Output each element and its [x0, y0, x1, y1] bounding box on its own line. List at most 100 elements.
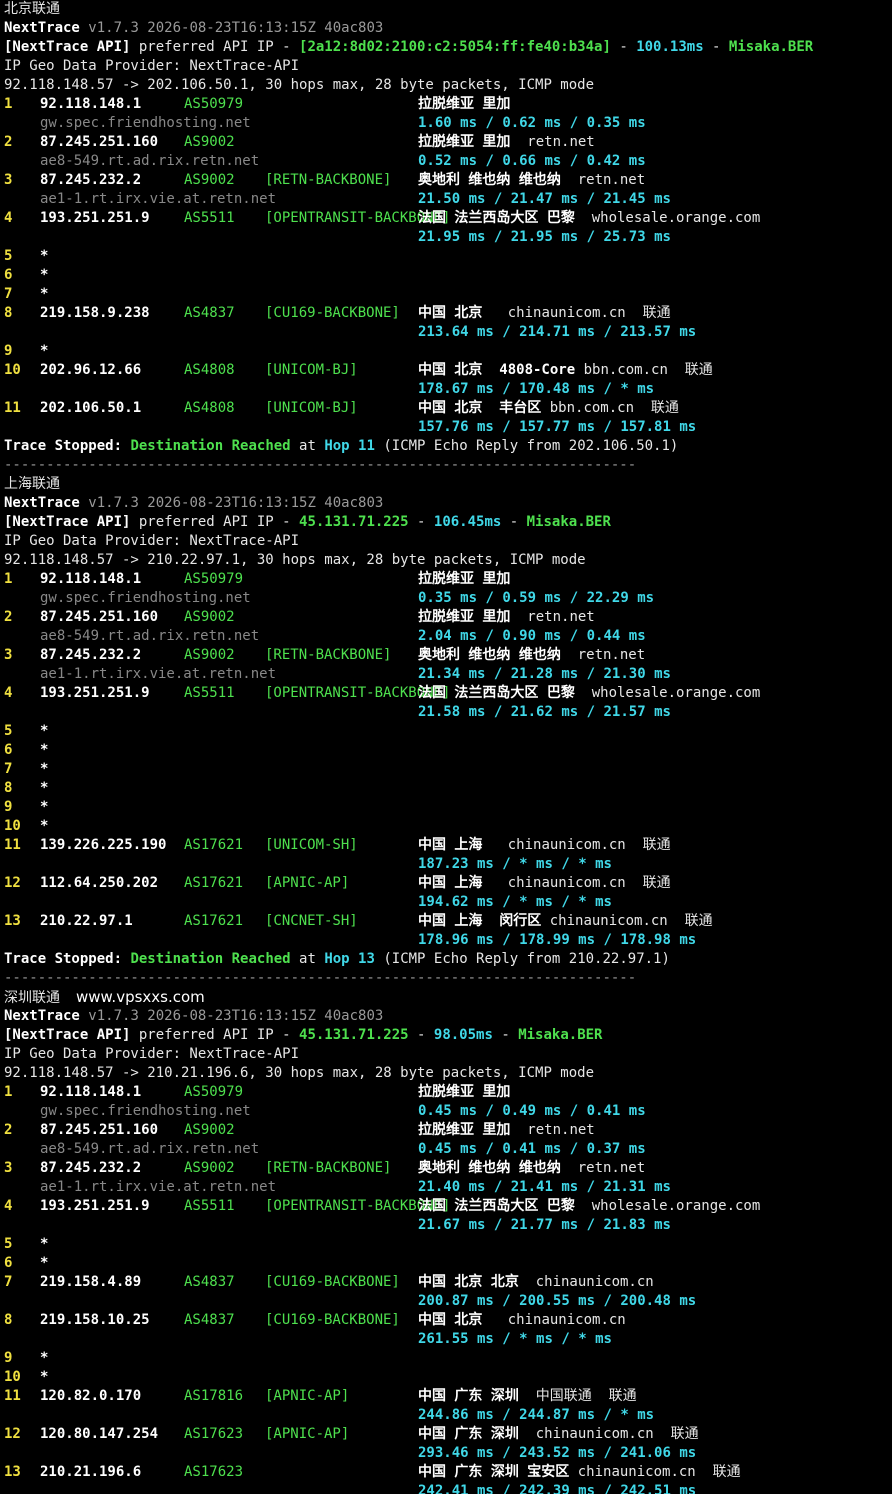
hop-timeout: *	[40, 1236, 49, 1252]
hop-hostname: ae1-1.rt.irx.vie.at.retn.net	[40, 666, 277, 682]
api-node: Misaka.BER	[526, 514, 611, 530]
rtt-unit: ms	[569, 324, 596, 340]
app-name: NextTrace	[4, 20, 80, 36]
hop-row: 9 *	[4, 342, 888, 361]
hop-asn: AS4808	[184, 362, 235, 378]
hop-row: 11 202.106.50.1 AS4808 [UNICOM-BJ] 中国 北京 丰台区…	[4, 399, 888, 418]
hop-detail-row: ae1-1.rt.irx.vie.at.retn.net 21.50 ms / 2…	[4, 190, 888, 209]
hop-asn: AS5511	[184, 210, 235, 226]
hop-number: 10	[4, 1369, 21, 1385]
hop-row: 6 *	[4, 1254, 888, 1273]
hop-number: 9	[4, 799, 13, 815]
rtt-value: *	[578, 1331, 587, 1347]
rtt-unit: ms	[527, 856, 553, 872]
rtt-separator: /	[477, 1103, 503, 1119]
hop-asn: AS5511	[184, 1198, 235, 1214]
api-node: Misaka.BER	[728, 39, 814, 55]
rtt-unit: ms	[451, 590, 478, 606]
hop-ip: 92.118.148.1	[40, 1084, 142, 1100]
hop-timeout: *	[40, 248, 49, 264]
rtt-unit: ms	[527, 894, 553, 910]
hop-row: 12 112.64.250.202 AS17621 [APNIC-AP] 中国 上海 c…	[4, 874, 888, 893]
rtt-unit: ms	[628, 381, 655, 397]
rtt-separator: /	[485, 1217, 511, 1233]
stop-at: at	[290, 951, 325, 967]
stop-at: at	[290, 438, 325, 454]
hop-asn: AS9002	[184, 647, 235, 663]
hop-ip: 87.245.251.160	[40, 134, 159, 150]
rtt-value: 244.86	[418, 1407, 469, 1423]
hop-ip: 219.158.10.25	[40, 1312, 150, 1328]
hop-tag: [APNIC-AP]	[265, 875, 350, 891]
hop-hostname: ae8-549.rt.ad.rix.retn.net	[40, 628, 260, 644]
rtt-value: 0.66	[502, 153, 537, 169]
rtt-separator: /	[595, 381, 621, 397]
rtt-value: *	[620, 1407, 629, 1423]
rtt-separator: /	[552, 856, 579, 872]
rtt-value: 0.45	[418, 1103, 452, 1119]
hop-row: 6 *	[4, 741, 888, 760]
hop-geo: 中国 上海	[418, 837, 483, 853]
rtt-separator: /	[578, 666, 604, 682]
hop-extra: retn.net	[560, 1160, 646, 1176]
hop-row: 4 193.251.251.9 AS5511 [OPENTRANSIT-BACKBON…	[4, 209, 888, 228]
rtt-value: 200.55	[519, 1293, 570, 1309]
hop-number: 2	[4, 134, 13, 150]
hop-row: 12 120.80.147.254 AS17623 [APNIC-AP] 中国 广东 深…	[4, 1425, 888, 1444]
rtt-separator: /	[493, 856, 520, 872]
rtt-unit: ms	[569, 932, 596, 948]
hop-timeout: *	[40, 742, 49, 758]
rtt-value: 0.37	[586, 1141, 621, 1157]
hop-row: 10 202.96.12.66 AS4808 [UNICOM-BJ] 中国 北京 480…	[4, 361, 888, 380]
rtt-unit: ms	[645, 704, 671, 720]
hop-ip: 87.245.232.2	[40, 172, 142, 188]
hop-asn: AS4808	[184, 400, 235, 416]
rtt-unit: ms	[552, 191, 579, 207]
hop-detail-row: ae1-1.rt.irx.vie.at.retn.net 21.40 ms / 2…	[4, 1178, 888, 1197]
hop-ip: 87.245.251.160	[40, 609, 159, 625]
hop-ip: 92.118.148.1	[40, 571, 142, 587]
rtt-unit: ms	[552, 666, 579, 682]
hop-tag: [APNIC-AP]	[265, 1388, 350, 1404]
hop-ip: 202.96.12.66	[40, 362, 142, 378]
rtt-value: 200.87	[418, 1293, 469, 1309]
hop-extra: retn.net	[510, 1122, 595, 1138]
hop-tag: [OPENTRANSIT-BACKBONE]	[265, 1198, 451, 1214]
rtt-separator: /	[595, 1445, 621, 1461]
hop-timeout: *	[40, 818, 49, 834]
hop-detail-row: ae8-549.rt.ad.rix.retn.net 0.45 ms / 0.41…	[4, 1140, 888, 1159]
version-text: v1.7.3 2026-08-23T16:13:15Z 40ac803	[88, 495, 384, 511]
rtt-separator: /	[493, 894, 520, 910]
hop-ip: 120.80.147.254	[40, 1426, 159, 1442]
hop-ip: 92.118.148.1	[40, 96, 142, 112]
hop-detail-row: gw.spec.friendhosting.net 1.60 ms / 0.62 …	[4, 114, 888, 133]
rtt-separator: /	[595, 1293, 621, 1309]
hop-asn: AS17623	[184, 1464, 244, 1480]
hop-number: 4	[4, 210, 13, 226]
rtt-unit: ms	[460, 666, 486, 682]
rtt-unit: ms	[569, 1445, 596, 1461]
hop-geo: 中国 北京 丰台区	[418, 400, 542, 416]
hop-asn: AS9002	[184, 1122, 235, 1138]
hop-timeout: *	[40, 1350, 49, 1366]
rtt-value: 243.52	[519, 1445, 570, 1461]
hop-tag: [RETN-BACKBONE]	[265, 1160, 392, 1176]
hop-ip: 210.22.97.1	[40, 913, 133, 929]
rtt-value: 21.45	[603, 191, 646, 207]
rtt-value: *	[578, 894, 587, 910]
hop-geo: 奥地利 维也纳 维也纳	[418, 647, 561, 663]
section-title-text: 上海联通	[4, 476, 60, 492]
stop-label: Trace Stopped:	[4, 951, 123, 967]
hop-tag: [RETN-BACKBONE]	[265, 647, 392, 663]
hop-extra: 中国联通 联通	[518, 1388, 637, 1404]
stop-reached: Destination Reached	[130, 438, 291, 454]
hop-number: 7	[4, 761, 13, 777]
rtt-value: 213.64	[418, 324, 469, 340]
hop-geo: 中国 北京	[418, 1312, 483, 1328]
geo-provider-line: IP Geo Data Provider: NextTrace-API	[4, 532, 888, 551]
hop-row: 9 *	[4, 1349, 888, 1368]
hop-extra: chinaunicom.cn 联通	[541, 913, 713, 929]
hop-asn: AS17816	[184, 1388, 244, 1404]
rtt-value: 21.40	[418, 1179, 461, 1195]
rtt-separator: /	[561, 590, 587, 606]
